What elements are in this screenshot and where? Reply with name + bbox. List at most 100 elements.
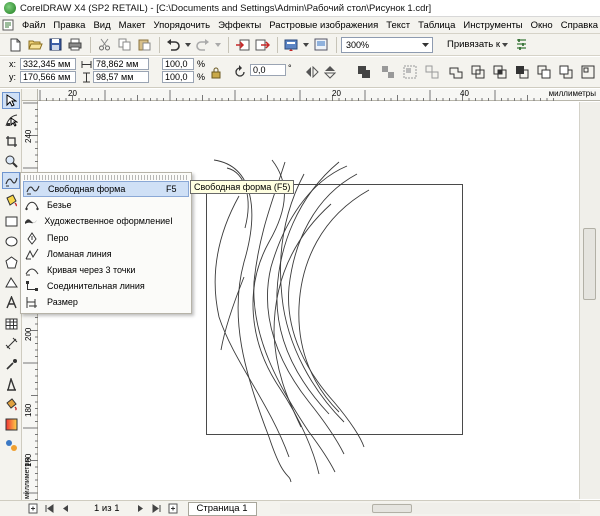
first-page-icon[interactable]	[42, 502, 56, 516]
crop-tool-icon[interactable]	[2, 133, 20, 150]
launcher-dropdown-icon[interactable]	[302, 36, 310, 54]
undo-dropdown-icon[interactable]	[184, 36, 192, 54]
new-document-icon[interactable]	[6, 36, 24, 54]
undo-icon[interactable]	[164, 36, 182, 54]
shape-tool-icon[interactable]	[2, 112, 20, 129]
export-icon[interactable]	[253, 36, 271, 54]
import-icon[interactable]	[233, 36, 251, 54]
smart-fill-tool-icon[interactable]	[2, 192, 20, 209]
pick-tool-icon[interactable]	[2, 92, 20, 109]
ruler-origin[interactable]	[22, 89, 38, 101]
flyout-3point-curve[interactable]: Кривая через 3 точки	[23, 262, 189, 278]
snap-to-label[interactable]: Привязать к	[447, 39, 500, 50]
weld-icon[interactable]	[448, 64, 464, 80]
x-position-field[interactable]: 332,345 мм	[20, 58, 76, 70]
redo-icon[interactable]	[194, 36, 212, 54]
fill-tool-icon[interactable]	[2, 396, 20, 413]
flyout-pen[interactable]: Перо	[23, 230, 189, 246]
horizontal-ruler[interactable]: 20 20 40 миллиметры	[38, 89, 600, 101]
simplify-icon[interactable]	[514, 64, 530, 80]
boundary-icon[interactable]	[580, 64, 596, 80]
zoom-level-value: 300%	[346, 39, 370, 50]
outline-tool-icon[interactable]	[2, 376, 20, 393]
front-minus-back-icon[interactable]	[536, 64, 552, 80]
text-tool-icon[interactable]	[2, 294, 20, 311]
previous-page-icon[interactable]	[58, 502, 72, 516]
menu-effects[interactable]: Эффекты	[214, 20, 265, 31]
menu-view[interactable]: Вид	[89, 20, 114, 31]
page-tab[interactable]: Страница 1	[187, 501, 257, 516]
menu-window[interactable]: Окно	[527, 20, 557, 31]
flyout-polyline[interactable]: Ломаная линия	[23, 246, 189, 262]
add-page-before-icon[interactable]	[26, 502, 40, 516]
menu-arrange[interactable]: Упорядочить	[150, 20, 215, 31]
menu-layout[interactable]: Макет	[115, 20, 150, 31]
horizontal-scroll-thumb[interactable]	[372, 504, 412, 513]
add-page-after-icon[interactable]	[166, 502, 180, 516]
flyout-connector[interactable]: Соединительная линия	[23, 278, 189, 294]
table-tool-icon[interactable]	[2, 315, 20, 332]
mirror-vertical-icon[interactable]	[322, 64, 338, 80]
interactive-blend-tool-icon[interactable]	[2, 437, 20, 454]
vertical-scroll-thumb[interactable]	[583, 228, 596, 300]
welcome-screen-icon[interactable]	[312, 36, 330, 54]
redo-dropdown-icon[interactable]	[214, 36, 222, 54]
eyedropper-tool-icon[interactable]	[2, 356, 20, 373]
flyout-dimension[interactable]: Размер	[23, 294, 189, 310]
mirror-horizontal-icon[interactable]	[304, 64, 320, 80]
save-icon[interactable]	[46, 36, 64, 54]
artistic-media-icon	[23, 214, 38, 228]
rectangle-tool-icon[interactable]	[2, 213, 20, 230]
scale-x-field[interactable]: 100,0	[162, 58, 194, 70]
combine-icon[interactable]	[356, 64, 372, 80]
options-icon[interactable]	[512, 36, 530, 54]
menu-text[interactable]: Текст	[382, 20, 414, 31]
object-height-field[interactable]: 98,57 мм	[93, 71, 149, 83]
object-width-field[interactable]: 78,862 мм	[93, 58, 149, 70]
flyout-freehand[interactable]: Свободная форма F5	[23, 181, 189, 197]
coreldraw-logo-icon	[4, 2, 16, 14]
zoom-dropdown-icon[interactable]	[422, 42, 429, 47]
menu-tools[interactable]: Инструменты	[459, 20, 526, 31]
menu-file[interactable]: Файл	[18, 20, 49, 31]
zoom-tool-icon[interactable]	[2, 153, 20, 170]
last-page-icon[interactable]	[150, 502, 164, 516]
cut-icon[interactable]	[95, 36, 113, 54]
group-icon[interactable]	[402, 64, 418, 80]
interactive-fill-tool-icon[interactable]	[2, 416, 20, 433]
paste-icon[interactable]	[135, 36, 153, 54]
zoom-level-combo[interactable]: 300%	[341, 36, 433, 53]
horizontal-scrollbar[interactable]	[280, 503, 580, 514]
intersect-icon[interactable]	[492, 64, 508, 80]
copy-icon[interactable]	[115, 36, 133, 54]
polyline-icon	[23, 247, 41, 261]
ellipse-tool-icon[interactable]	[2, 233, 20, 250]
basic-shapes-tool-icon[interactable]	[2, 274, 20, 291]
application-launcher-icon[interactable]	[282, 36, 300, 54]
break-apart-icon[interactable]	[380, 64, 396, 80]
trim-icon[interactable]	[470, 64, 486, 80]
open-icon[interactable]	[26, 36, 44, 54]
polygon-tool-icon[interactable]	[2, 254, 20, 271]
print-icon[interactable]	[66, 36, 84, 54]
next-page-icon[interactable]	[134, 502, 148, 516]
menu-edit[interactable]: Правка	[49, 20, 89, 31]
parallel-dimension-tool-icon[interactable]	[2, 335, 20, 352]
lock-ratio-icon[interactable]	[208, 65, 224, 81]
flyout-artistic-media[interactable]: Художественное оформление I	[23, 213, 189, 229]
menu-help[interactable]: Справка	[557, 20, 600, 31]
y-position-field[interactable]: 170,566 мм	[20, 71, 76, 83]
document-menu-icon[interactable]	[2, 18, 14, 32]
ungroup-icon[interactable]	[424, 64, 440, 80]
flyout-bezier[interactable]: Безье	[23, 197, 189, 213]
vertical-scrollbar[interactable]	[579, 102, 600, 499]
pen-icon	[23, 231, 41, 245]
scale-y-field[interactable]: 100,0	[162, 71, 194, 83]
rotation-angle-field[interactable]: 0,0	[250, 64, 286, 76]
menu-bitmaps[interactable]: Растровые изображения	[265, 20, 382, 31]
snap-dropdown-icon[interactable]	[500, 36, 510, 54]
freehand-tool-icon[interactable]	[2, 172, 20, 189]
back-minus-front-icon[interactable]	[558, 64, 574, 80]
flyout-grip[interactable]	[24, 175, 188, 180]
menu-table[interactable]: Таблица	[414, 20, 459, 31]
